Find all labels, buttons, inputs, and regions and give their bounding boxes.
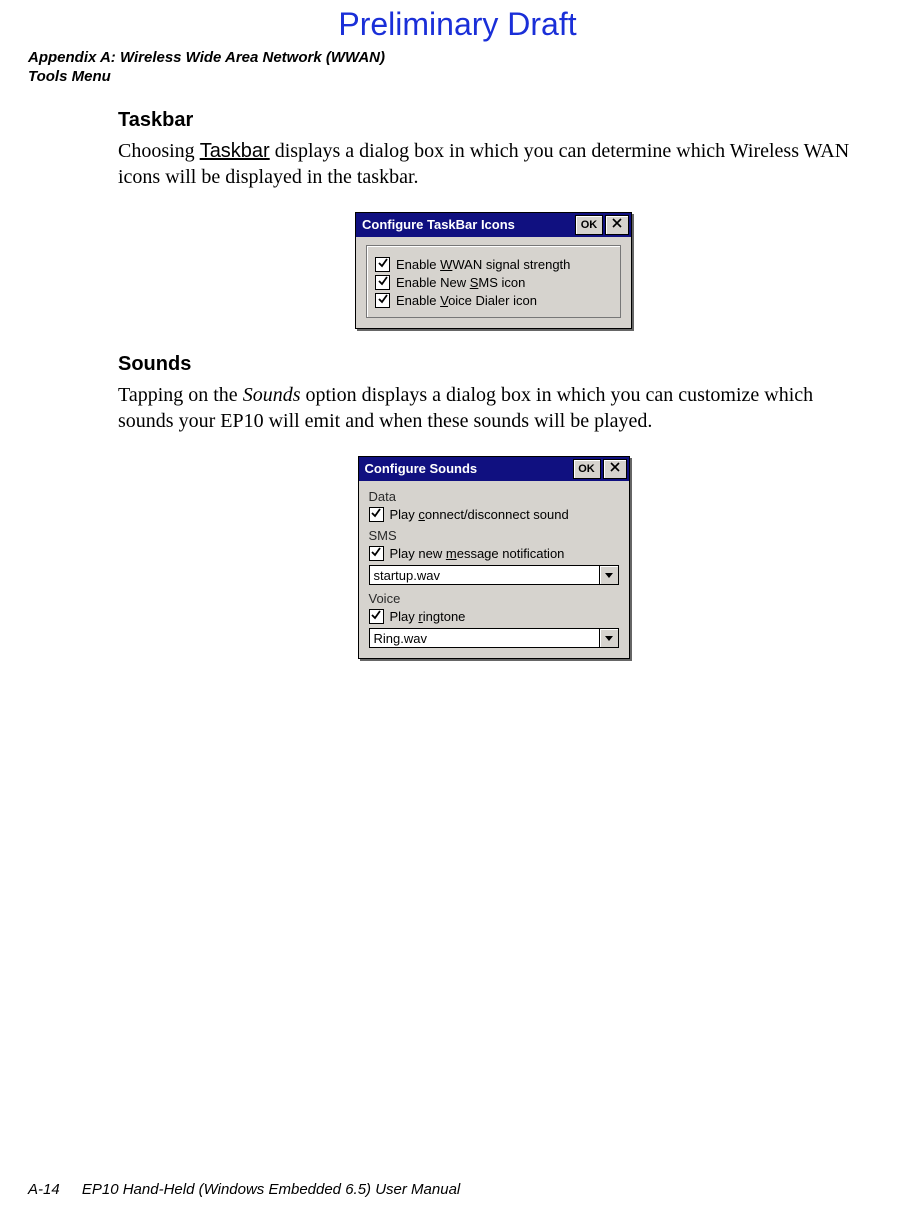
checkbox-label: Play connect/disconnect sound xyxy=(390,507,569,522)
header-line-1: Appendix A: Wireless Wide Area Network (… xyxy=(28,49,887,68)
para-text: Tapping on the xyxy=(118,384,243,406)
footer-title: EP10 Hand-Held (Windows Embedded 6.5) Us… xyxy=(82,1181,460,1198)
dialog-body: Enable WWAN signal strength Enable New S… xyxy=(366,245,621,318)
checkbox-row-connect: Play connect/disconnect sound xyxy=(369,507,619,522)
dialog-configure-sounds: Configure Sounds OK Data Play conn xyxy=(358,456,630,659)
titlebar: Configure Sounds OK xyxy=(359,457,629,481)
chevron-down-icon xyxy=(605,630,613,645)
sounds-em-text: Sounds xyxy=(243,384,301,406)
checkbox-label: Play ringtone xyxy=(390,609,466,624)
checkmark-icon xyxy=(377,293,389,308)
section-heading-taskbar: Taskbar xyxy=(118,109,869,132)
header-line-2: Tools Menu xyxy=(28,68,887,87)
checkbox-row-voice: Enable Voice Dialer icon xyxy=(375,293,612,308)
dialog-configure-taskbar: Configure TaskBar Icons OK xyxy=(355,212,632,329)
dialog-title: Configure Sounds xyxy=(365,461,571,476)
checkbox-row-sms: Enable New SMS icon xyxy=(375,275,612,290)
group-label-voice: Voice xyxy=(369,591,619,606)
checkbox-label: Enable WWAN signal strength xyxy=(396,257,570,272)
paragraph-taskbar: Choosing Taskbar displays a dialog box i… xyxy=(118,138,869,190)
select-ringtone[interactable]: Ring.wav xyxy=(369,628,619,648)
group-label-sms: SMS xyxy=(369,528,619,543)
checkbox-message-notification[interactable] xyxy=(369,546,384,561)
chevron-down-icon xyxy=(605,567,613,582)
select-sms-sound[interactable]: startup.wav xyxy=(369,565,619,585)
dropdown-button[interactable] xyxy=(599,566,618,584)
para-text: Choosing xyxy=(118,140,200,162)
checkbox-label: Enable New SMS icon xyxy=(396,275,525,290)
checkmark-icon xyxy=(377,275,389,290)
taskbar-link-text: Taskbar xyxy=(200,140,270,162)
ok-button[interactable]: OK xyxy=(573,459,601,479)
checkbox-row-wwan: Enable WWAN signal strength xyxy=(375,257,612,272)
dropdown-button[interactable] xyxy=(599,629,618,647)
checkbox-voice-dialer[interactable] xyxy=(375,293,390,308)
group-label-data: Data xyxy=(369,489,619,504)
checkbox-new-sms[interactable] xyxy=(375,275,390,290)
page-header: Appendix A: Wireless Wide Area Network (… xyxy=(28,49,887,87)
checkmark-icon xyxy=(370,507,382,522)
section-heading-sounds: Sounds xyxy=(118,353,869,376)
ok-button[interactable]: OK xyxy=(575,215,603,235)
close-button[interactable] xyxy=(605,215,629,235)
checkmark-icon xyxy=(370,609,382,624)
checkbox-connect-sound[interactable] xyxy=(369,507,384,522)
close-icon xyxy=(610,462,620,475)
checkbox-ringtone[interactable] xyxy=(369,609,384,624)
select-value: startup.wav xyxy=(370,566,599,584)
checkbox-label: Play new message notification xyxy=(390,546,565,561)
checkmark-icon xyxy=(377,257,389,272)
page-number: A-14 xyxy=(28,1181,60,1198)
close-button[interactable] xyxy=(603,459,627,479)
close-icon xyxy=(612,218,622,231)
paragraph-sounds: Tapping on the Sounds option displays a … xyxy=(118,382,869,434)
checkbox-wwan-signal[interactable] xyxy=(375,257,390,272)
select-value: Ring.wav xyxy=(370,629,599,647)
preliminary-draft-text: Preliminary Draft xyxy=(28,6,887,43)
checkmark-icon xyxy=(370,546,382,561)
dialog-body: Data Play connect/disconnect sound SMS P… xyxy=(359,481,629,658)
checkbox-label: Enable Voice Dialer icon xyxy=(396,293,537,308)
checkbox-row-ringtone: Play ringtone xyxy=(369,609,619,624)
dialog-title: Configure TaskBar Icons xyxy=(362,217,573,232)
titlebar: Configure TaskBar Icons OK xyxy=(356,213,631,237)
checkbox-row-message: Play new message notification xyxy=(369,546,619,561)
page-footer: A-14 EP10 Hand-Held (Windows Embedded 6.… xyxy=(28,1181,460,1198)
